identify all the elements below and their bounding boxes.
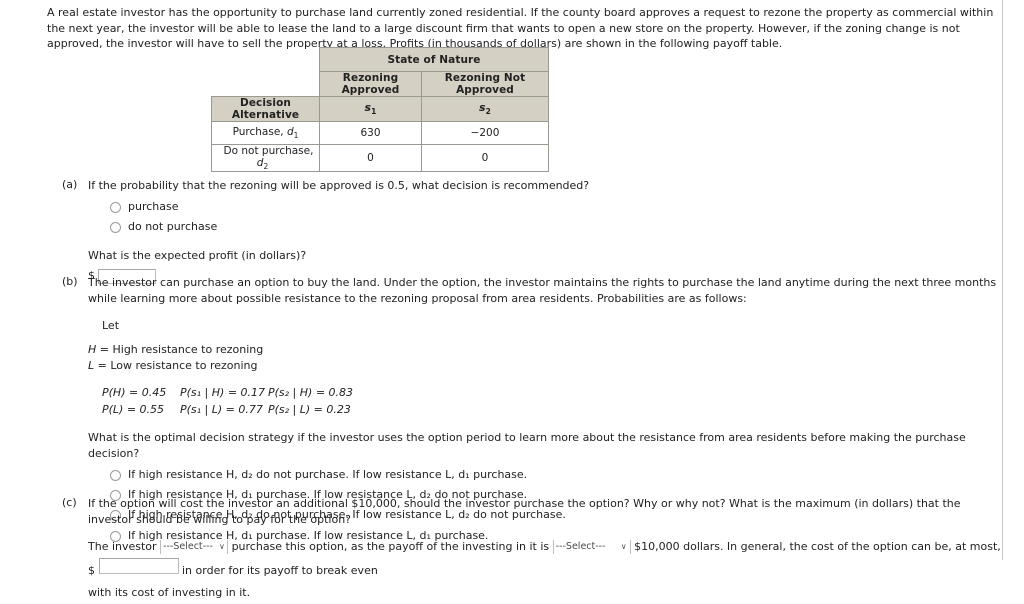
row-label-text-d2: Do not purchase, <box>223 145 314 157</box>
part-c: (c) If the option will cost the investor… <box>62 496 1002 604</box>
part-a-option-purchase[interactable]: purchase <box>110 200 962 214</box>
row-symbol-d2-sub: 2 <box>263 162 269 172</box>
table-row: Purchase, d1 630 −200 <box>211 121 549 145</box>
part-a-sub-question: What is the expected profit (in dollars)… <box>88 248 307 262</box>
prob-s2-given-h: P(s₂ | H) = 0.83 <box>268 385 354 399</box>
table-cell-empty <box>212 48 320 72</box>
table-row-state-labels: Rezoning Approved Rezoning Not Approved <box>212 71 549 97</box>
table-header-decision-alternative: Decision Alternative <box>211 96 320 122</box>
part-c-answer-sentence: The investor ---Select--- ∨ purchase thi… <box>88 536 1002 604</box>
probability-row-l: P(L) = 0.55 P(s₁ | L) = 0.77 P(s₂ | L) = 0… <box>102 401 1002 418</box>
probability-row-h: P(H) = 0.45 P(s₁ | H) = 0.17 P(s₂ | H) = 0… <box>102 384 1002 401</box>
row-symbol-d1: d <box>286 125 294 138</box>
radio-button-icon[interactable] <box>110 469 121 481</box>
state-symbol-s2: s <box>479 101 486 115</box>
part-b-let-block: Let H = High resistance to rezoning L = … <box>88 319 1002 418</box>
part-a-body: If the probability that the rezoning wil… <box>88 178 962 284</box>
prob-s1-given-l: P(s₁ | L) = 0.77 <box>180 402 263 416</box>
radio-button-icon[interactable] <box>110 222 121 234</box>
table-header-rezoning-approved: Rezoning Approved <box>319 71 422 97</box>
radio-button-icon[interactable] <box>110 201 121 213</box>
table-cell-d1-s2: −200 <box>421 121 549 145</box>
part-a-label: (a) <box>62 178 78 191</box>
probability-list: P(H) = 0.45 P(s₁ | H) = 0.17 P(s₂ | H) = 0… <box>102 384 1002 418</box>
part-a-option-do-not-purchase[interactable]: do not purchase <box>110 220 962 234</box>
part-c-label: (c) <box>62 496 77 509</box>
let-word: Let <box>102 318 120 332</box>
chevron-down-icon: ∨ <box>218 541 225 551</box>
table-row-state-of-nature: State of Nature <box>212 47 549 72</box>
chevron-down-icon: ∨ <box>620 541 627 551</box>
part-b-intro: The investor can purchase an option to b… <box>88 276 997 305</box>
table-row: Do not purchase, d2 0 0 <box>211 143 549 173</box>
part-a-option-label-1: do not purchase <box>128 220 218 234</box>
definition-l-text: = Low resistance to rezoning <box>94 358 258 372</box>
table-cell-empty <box>212 72 320 97</box>
table-cell-d1-s1: 630 <box>319 121 422 145</box>
table-header-s1: s1 <box>319 96 422 122</box>
definition-l: L = Low resistance to rezoning <box>88 358 1002 374</box>
payoff-comparison-select[interactable]: ---Select--- ∨ <box>552 539 631 554</box>
part-a: (a) If the probability that the rezoning… <box>62 178 962 284</box>
payoff-table: State of Nature Rezoning Approved Rezoni… <box>211 47 549 173</box>
definition-h-text: = High resistance to rezoning <box>96 342 264 356</box>
part-a-option-label-0: purchase <box>128 199 179 213</box>
part-b-body: The investor can purchase an option to b… <box>88 275 1002 307</box>
table-header-state-of-nature: State of Nature <box>319 47 549 72</box>
part-c-body: If the option will cost the investor an … <box>88 496 1002 604</box>
table-cell-row-label-d2: Do not purchase, d2 <box>211 143 320 173</box>
prob-s2-given-l: P(s₂ | L) = 0.23 <box>268 402 351 416</box>
table-cell-row-label-d1: Purchase, d1 <box>211 121 320 145</box>
part-a-question: If the probability that the rezoning wil… <box>88 179 590 192</box>
problem-intro-text: A real estate investor has the opportuni… <box>47 6 994 51</box>
purchase-decision-select[interactable]: ---Select--- ∨ <box>160 539 229 554</box>
table-header-s2: s2 <box>421 96 549 122</box>
table-cell-d2-s1: 0 <box>319 143 422 173</box>
definition-h: H = High resistance to rezoning <box>88 342 1002 358</box>
select-placeholder-label: ---Select--- <box>555 541 606 553</box>
select-placeholder-label: ---Select--- <box>163 541 213 553</box>
worksheet-page: A real estate investor has the opportuni… <box>0 0 1003 599</box>
state-symbol-s1-sub: 1 <box>371 107 377 117</box>
part-b-label: (b) <box>62 275 78 288</box>
prob-p-h: P(H) = 0.45 <box>102 385 167 399</box>
table-header-rezoning-not-approved: Rezoning Not Approved <box>421 71 549 97</box>
prob-p-l: P(L) = 0.55 <box>102 402 165 416</box>
part-c-sentence-end: in order for its payoff to break even <box>182 563 378 577</box>
prob-s1-given-h: P(s₁ | H) = 0.17 <box>180 385 266 399</box>
table-cell-d2-s2: 0 <box>421 143 549 173</box>
definitions: H = High resistance to rezoning L = Low … <box>88 342 1002 374</box>
row-label-text-d1: Purchase, <box>232 125 287 138</box>
part-b-option-0[interactable]: If high resistance H, d₂ do not purchase… <box>110 468 1002 482</box>
part-b-question: What is the optimal decision strategy if… <box>88 430 966 460</box>
row-symbol-d1-sub: 1 <box>293 131 299 141</box>
part-c-sentence-mid: purchase this option, as the payoff of t… <box>231 539 550 553</box>
table-row-decision-alternative-header: Decision Alternative s1 s2 <box>211 96 549 122</box>
state-symbol-s2-sub: 2 <box>485 107 491 117</box>
max-option-cost-input[interactable] <box>98 557 179 574</box>
part-c-sentence-start: The investor <box>88 539 157 553</box>
payoff-table-container: State of Nature Rezoning Approved Rezoni… <box>211 47 549 173</box>
part-c-question: If the option will cost the investor an … <box>88 497 961 526</box>
part-b-option-label-0: If high resistance H, d₂ do not purchase… <box>128 467 528 481</box>
part-c-sentence-last-line: with its cost of investing in it. <box>88 585 251 599</box>
